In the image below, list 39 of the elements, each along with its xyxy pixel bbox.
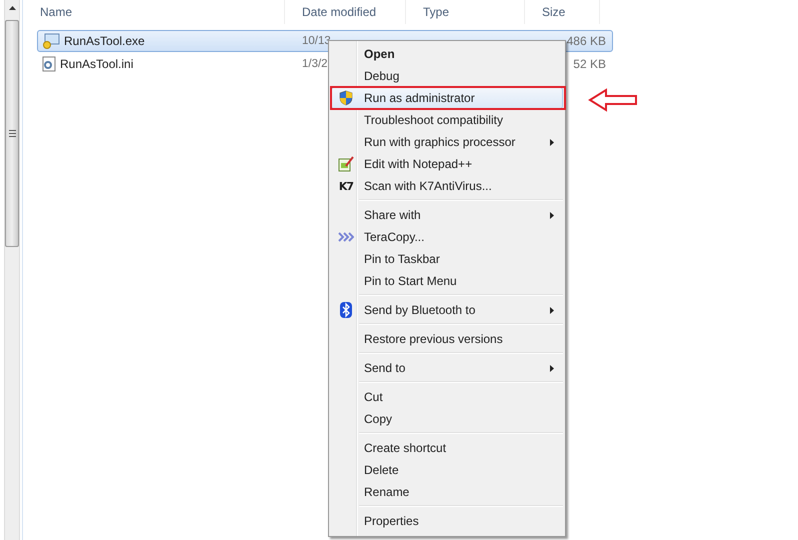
date-modified: 1/3/2 <box>301 58 328 70</box>
column-header[interactable]: Name <box>23 0 285 24</box>
application-icon <box>42 33 60 49</box>
menu-item[interactable]: Pin to Taskbar <box>331 248 563 270</box>
pointer-arrow <box>588 88 638 112</box>
column-header[interactable]: Size <box>525 0 600 24</box>
file-size: 486 KB <box>566 34 607 48</box>
menu-item[interactable]: Share with <box>331 204 563 226</box>
menu-item[interactable]: K7 Scan with K7AntiVirus... <box>331 175 563 197</box>
bluetooth-icon <box>340 302 352 318</box>
file-size: 52 KB <box>572 57 607 71</box>
file-name[interactable]: RunAsTool.ini <box>60 57 134 71</box>
menu-item[interactable]: Rename <box>331 481 563 503</box>
shield-icon <box>339 90 353 106</box>
menu-item[interactable]: Troubleshoot compatibility <box>331 109 563 131</box>
menu-item[interactable]: Run with graphics processor <box>331 131 563 153</box>
scroll-up-icon[interactable] <box>8 6 16 10</box>
scrollbar-thumb[interactable] <box>5 20 19 247</box>
menu-item[interactable]: Copy <box>331 408 563 430</box>
settings-file-icon <box>42 56 56 72</box>
notepad-icon <box>338 156 354 172</box>
scrollbar[interactable] <box>4 0 20 540</box>
menu-item[interactable]: Create shortcut <box>331 437 563 459</box>
menu-item[interactable]: Restore previous versions <box>331 328 563 350</box>
menu-item[interactable]: TeraCopy... <box>331 226 563 248</box>
menu-item[interactable]: Delete <box>331 459 563 481</box>
menu-item[interactable]: Send by Bluetooth to <box>331 299 563 321</box>
menu-item[interactable]: Properties <box>331 510 563 532</box>
menu-item[interactable]: Send to <box>331 357 563 379</box>
grip-icon <box>8 130 16 137</box>
double-chevron-icon <box>338 232 354 242</box>
menu-item[interactable]: Pin to Start Menu <box>331 270 563 292</box>
k7-logo-icon: K7 <box>338 180 354 192</box>
menu-item[interactable]: Debug <box>331 65 563 87</box>
file-name[interactable]: RunAsTool.exe <box>64 34 145 48</box>
column-header[interactable]: Type <box>406 0 525 24</box>
column-header[interactable]: Date modified <box>285 0 406 24</box>
menu-item[interactable]: Cut <box>331 386 563 408</box>
menu-item[interactable]: Edit with Notepad++ <box>331 153 563 175</box>
